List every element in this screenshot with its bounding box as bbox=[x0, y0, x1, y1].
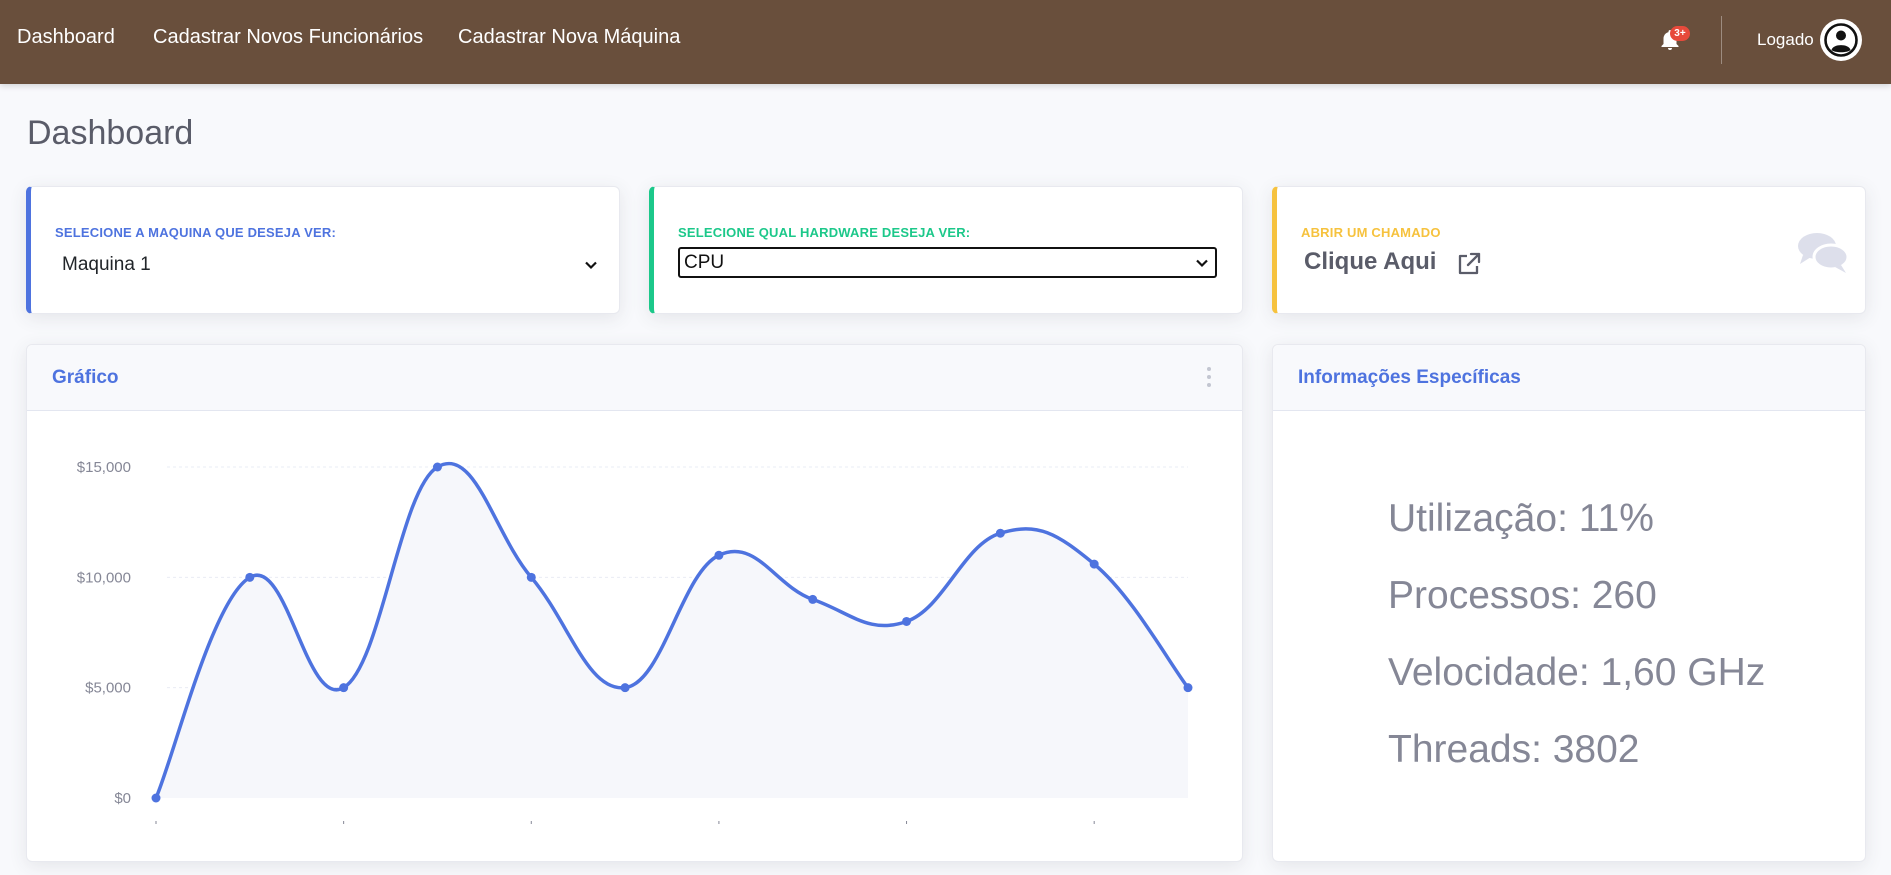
data-point[interactable] bbox=[808, 594, 818, 604]
more-options-icon[interactable] bbox=[1206, 367, 1212, 389]
info-card: Informações Específicas Utilização: 11% … bbox=[1272, 344, 1866, 862]
data-point[interactable] bbox=[151, 793, 161, 803]
data-point[interactable] bbox=[432, 462, 442, 472]
hardware-select[interactable]: CPU bbox=[678, 247, 1217, 278]
info-threads: Threads: 3802 bbox=[1388, 728, 1640, 771]
hardware-select-value: CPU bbox=[684, 252, 725, 273]
user-avatar-icon[interactable] bbox=[1820, 19, 1862, 61]
info-speed: Velocidade: 1,60 GHz bbox=[1388, 651, 1766, 694]
y-tick-label: $5,000 bbox=[85, 680, 131, 697]
series-area bbox=[156, 463, 1188, 798]
y-tick-label: $0 bbox=[114, 790, 131, 807]
y-tick-label: $10,000 bbox=[77, 569, 131, 586]
machine-select-value: Maquina 1 bbox=[62, 254, 151, 275]
data-point[interactable] bbox=[526, 572, 536, 582]
data-point[interactable] bbox=[1183, 683, 1193, 693]
data-point[interactable] bbox=[620, 683, 630, 693]
data-point[interactable] bbox=[1089, 559, 1099, 569]
data-point[interactable] bbox=[995, 528, 1005, 538]
alerts-badge: 3+ bbox=[1670, 26, 1690, 41]
topbar-divider bbox=[1721, 16, 1722, 64]
info-card-title: Informações Específicas bbox=[1298, 367, 1521, 388]
y-tick-label: $15,000 bbox=[77, 459, 131, 476]
info-processes: Processos: 260 bbox=[1388, 574, 1657, 617]
user-name-label[interactable]: Logado bbox=[1757, 30, 1814, 50]
machine-select[interactable]: Maquina 1 bbox=[58, 250, 598, 280]
data-point[interactable] bbox=[714, 550, 724, 560]
open-ticket-label: ABRIR UM CHAMADO bbox=[1301, 225, 1441, 240]
comments-icon bbox=[1798, 233, 1849, 273]
hardware-select-label: SELECIONE QUAL HARDWARE DESEJA VER: bbox=[678, 225, 971, 240]
info-utilization: Utilização: 11% bbox=[1388, 497, 1654, 540]
nav-link-new-machine[interactable]: Cadastrar Nova Máquina bbox=[458, 26, 680, 49]
data-point[interactable] bbox=[902, 616, 912, 626]
external-link-icon[interactable] bbox=[1454, 249, 1484, 279]
machine-select-label: SELECIONE A MAQUINA QUE DESEJA VER: bbox=[55, 225, 336, 240]
data-point[interactable] bbox=[245, 572, 255, 582]
nav-link-new-employees[interactable]: Cadastrar Novos Funcionários bbox=[153, 26, 423, 49]
chart-card-title: Gráfico bbox=[52, 367, 119, 388]
top-navbar: Dashboard Cadastrar Novos Funcionários C… bbox=[0, 0, 1891, 84]
data-point[interactable] bbox=[339, 683, 349, 693]
open-ticket-link[interactable]: Clique Aqui bbox=[1304, 248, 1436, 276]
hardware-select-card: SELECIONE QUAL HARDWARE DESEJA VER: CPU bbox=[649, 186, 1243, 314]
area-chart: $0 $5,000 $10,000 $15,000 bbox=[77, 459, 1193, 824]
nav-link-dashboard[interactable]: Dashboard bbox=[17, 26, 115, 49]
chart-card-header: Gráfico bbox=[27, 345, 1242, 411]
chart-card: Gráfico $0 $5,000 $10,000 $15,000 bbox=[26, 344, 1243, 862]
info-card-header: Informações Específicas bbox=[1273, 345, 1865, 411]
machine-select-card: SELECIONE A MAQUINA QUE DESEJA VER: Maqu… bbox=[26, 186, 620, 314]
open-ticket-card: ABRIR UM CHAMADO Clique Aqui bbox=[1272, 186, 1866, 314]
chevron-down-icon bbox=[585, 261, 597, 270]
chevron-down-icon bbox=[1196, 259, 1208, 268]
page-title: Dashboard bbox=[27, 114, 194, 152]
